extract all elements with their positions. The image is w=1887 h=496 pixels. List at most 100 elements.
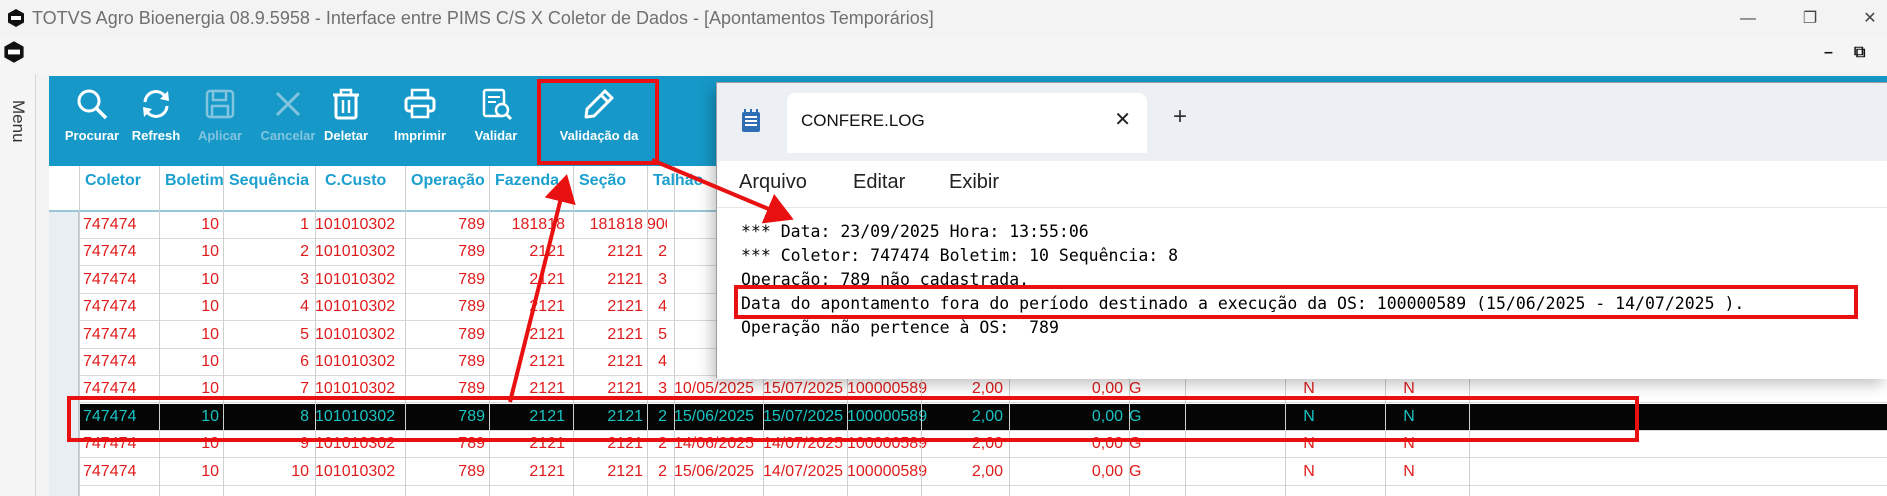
table-cell[interactable]: 5	[223, 326, 309, 344]
table-cell[interactable]: 101010302	[315, 271, 401, 289]
table-cell[interactable]: 100000589	[847, 463, 927, 481]
table-cell[interactable]: 101010302	[315, 353, 401, 371]
table-cell[interactable]: 3	[223, 271, 309, 289]
table-cell[interactable]: 101010302	[315, 243, 401, 261]
procurar-label: Procurar	[64, 128, 120, 143]
new-tab-button[interactable]: +	[1173, 103, 1187, 131]
table-cell[interactable]: 2121	[573, 298, 643, 316]
table-cell[interactable]: 181818	[573, 216, 643, 234]
table-cell[interactable]: 4	[647, 298, 667, 316]
mdi-minimize-button[interactable]: –	[1824, 44, 1833, 62]
imprimir-button[interactable]: Imprimir	[385, 86, 455, 143]
table-cell[interactable]: 2,00	[921, 463, 1003, 481]
validar-button[interactable]: Validar	[461, 86, 531, 143]
procurar-button[interactable]: Procurar	[57, 86, 127, 143]
table-cell[interactable]: 4	[223, 298, 309, 316]
table-cell[interactable]: 747474	[83, 298, 149, 316]
table-cell[interactable]: G	[1129, 463, 1169, 481]
table-cell[interactable]: 900	[647, 216, 667, 234]
table-row[interactable]: 747474 10 10 101010302 789 2121 2121 2 15/06/202…	[79, 459, 1887, 486]
menu-exibir[interactable]: Exibir	[949, 171, 999, 194]
table-cell[interactable]: 747474	[83, 243, 149, 261]
table-cell[interactable]: 2121	[573, 463, 643, 481]
table-cell[interactable]: 10	[159, 298, 219, 316]
table-cell[interactable]: 10	[223, 463, 309, 481]
deletar-button[interactable]: Deletar	[311, 86, 381, 143]
table-cell[interactable]: 10	[159, 463, 219, 481]
menu-editar[interactable]: Editar	[853, 171, 905, 194]
table-cell[interactable]: 2121	[489, 271, 565, 289]
table-cell[interactable]: 14/07/2025	[763, 463, 843, 481]
table-cell[interactable]: 789	[405, 271, 485, 289]
table-cell[interactable]: 10	[159, 271, 219, 289]
table-cell[interactable]: N	[1289, 463, 1329, 481]
table-cell[interactable]: 101010302	[315, 326, 401, 344]
header-ccusto[interactable]: C.Custo	[319, 172, 415, 190]
table-cell[interactable]: 2121	[573, 353, 643, 371]
table-cell[interactable]: 181818	[489, 216, 565, 234]
table-cell[interactable]: 10	[159, 353, 219, 371]
aplicar-button[interactable]: Aplicar	[185, 86, 255, 143]
header-secao[interactable]: Seção	[573, 172, 649, 190]
table-cell[interactable]: 10	[159, 243, 219, 261]
table-cell[interactable]: 101010302	[315, 216, 401, 234]
table-cell[interactable]: 10	[159, 326, 219, 344]
table-cell[interactable]: 2	[647, 463, 667, 481]
table-cell[interactable]: 2121	[489, 243, 565, 261]
table-cell[interactable]: N	[1389, 463, 1429, 481]
save-icon	[205, 89, 235, 119]
table-cell[interactable]: 2121	[573, 243, 643, 261]
tab-confere-log[interactable]: CONFERE.LOG ✕	[787, 93, 1147, 153]
row-selector-column[interactable]	[49, 166, 79, 496]
table-cell[interactable]: 789	[405, 326, 485, 344]
table-cell[interactable]: 5	[647, 326, 667, 344]
table-cell[interactable]: 2	[647, 243, 667, 261]
refresh-button[interactable]: Refresh	[121, 86, 191, 143]
mdi-logo-icon	[2, 40, 26, 69]
header-sequencia[interactable]: Sequência	[223, 172, 319, 190]
table-cell[interactable]: 2121	[489, 353, 565, 371]
table-cell[interactable]: 10	[159, 216, 219, 234]
side-menu[interactable]: Menu	[0, 74, 36, 496]
table-cell[interactable]: 789	[405, 243, 485, 261]
side-menu-label[interactable]: Menu	[8, 100, 28, 143]
header-boletim[interactable]: Boletim	[159, 172, 223, 190]
table-cell[interactable]: 789	[405, 353, 485, 371]
tab-close-icon[interactable]: ✕	[1114, 107, 1131, 132]
table-cell[interactable]: 789	[405, 216, 485, 234]
mdi-restore-button[interactable]: ⧉	[1854, 44, 1865, 62]
table-cell[interactable]: 1	[223, 216, 309, 234]
restore-button[interactable]: ❐	[1790, 6, 1830, 32]
table-cell[interactable]: 789	[405, 463, 485, 481]
mdi-bar: – ⧉	[0, 36, 1887, 74]
table-cell[interactable]: 15/06/2025	[674, 463, 760, 481]
table-cell[interactable]: 747474	[83, 463, 149, 481]
table-cell[interactable]: 4	[647, 353, 667, 371]
grid-column-divider	[315, 166, 316, 496]
table-cell[interactable]: 2121	[489, 463, 565, 481]
table-cell[interactable]: 789	[405, 298, 485, 316]
table-cell[interactable]: 6	[223, 353, 309, 371]
table-cell[interactable]: 747474	[83, 326, 149, 344]
table-cell[interactable]: 2	[223, 243, 309, 261]
table-cell[interactable]: 2121	[573, 326, 643, 344]
notepad-window: CONFERE.LOG ✕ + Arquivo Editar Exibir **…	[716, 82, 1887, 379]
table-cell[interactable]: 2121	[573, 271, 643, 289]
header-fazenda[interactable]: Fazenda	[489, 172, 567, 190]
table-cell[interactable]: 747474	[83, 353, 149, 371]
header-coletor[interactable]: Coletor	[79, 172, 149, 190]
table-cell[interactable]: 2121	[489, 326, 565, 344]
table-cell[interactable]: 747474	[83, 216, 149, 234]
table-cell[interactable]: 101010302	[315, 463, 401, 481]
table-cell[interactable]: 2121	[489, 298, 565, 316]
table-cell[interactable]: 747474	[83, 271, 149, 289]
table-cell[interactable]: 101010302	[315, 298, 401, 316]
header-operacao[interactable]: Operação	[405, 172, 495, 190]
close-button[interactable]: ✕	[1850, 6, 1887, 32]
table-cell[interactable]: 0,00	[1009, 463, 1123, 481]
minimize-button[interactable]: —	[1728, 6, 1768, 32]
grid-column-divider	[223, 166, 224, 496]
menu-arquivo[interactable]: Arquivo	[739, 171, 807, 194]
header-talhao[interactable]: Talhão	[647, 172, 717, 190]
table-cell[interactable]: 3	[647, 271, 667, 289]
